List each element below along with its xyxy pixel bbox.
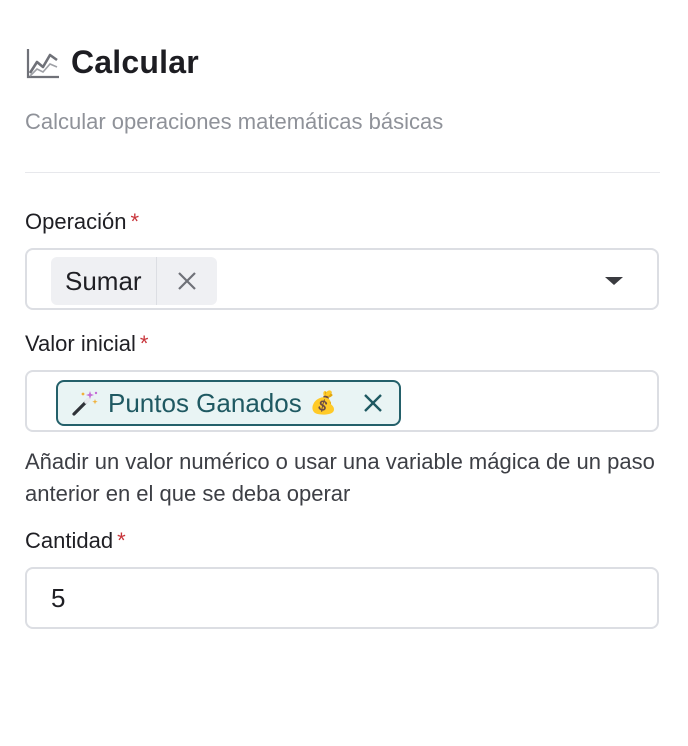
close-icon	[364, 394, 382, 412]
page-subtitle: Calcular operaciones matemáticas básicas	[25, 109, 444, 134]
chevron-down-icon[interactable]	[605, 277, 623, 285]
calculate-step-panel: Calcular Calcular operaciones matemática…	[0, 0, 688, 746]
quantity-label: Cantidad *	[25, 528, 126, 554]
operation-select[interactable]: Sumar	[25, 248, 659, 310]
initial-value-help-text: Añadir un valor numérico o usar una vari…	[25, 449, 655, 506]
required-mark: *	[117, 528, 126, 553]
divider	[25, 172, 660, 173]
panel-header: Calcular	[25, 44, 199, 81]
magic-variable-chip[interactable]: Puntos Ganados 💰	[56, 380, 402, 426]
magic-wand-icon	[70, 388, 100, 418]
operation-label-text: Operación	[25, 209, 127, 234]
quantity-label-text: Cantidad	[25, 528, 114, 553]
money-bag-icon: 💰	[309, 390, 338, 415]
close-icon	[177, 272, 196, 290]
quantity-input[interactable]: 5	[25, 567, 659, 629]
operation-label: Operación *	[25, 209, 139, 235]
selected-option-label: Sumar	[65, 265, 142, 296]
page-title: Calcular	[71, 44, 199, 80]
quantity-value[interactable]: 5	[51, 583, 65, 614]
clear-selection-button[interactable]	[157, 271, 217, 291]
initial-value-label: Valor inicial *	[25, 331, 148, 357]
initial-value-field[interactable]: Puntos Ganados 💰	[25, 370, 659, 432]
required-mark: *	[130, 209, 140, 234]
remove-variable-button[interactable]	[363, 393, 383, 413]
chart-line-icon	[25, 45, 61, 81]
magic-variable-name: Puntos Ganados	[108, 387, 302, 418]
initial-value-label-text: Valor inicial	[25, 331, 136, 356]
selected-option-chip: Sumar	[51, 257, 217, 305]
required-mark: *	[139, 331, 149, 356]
